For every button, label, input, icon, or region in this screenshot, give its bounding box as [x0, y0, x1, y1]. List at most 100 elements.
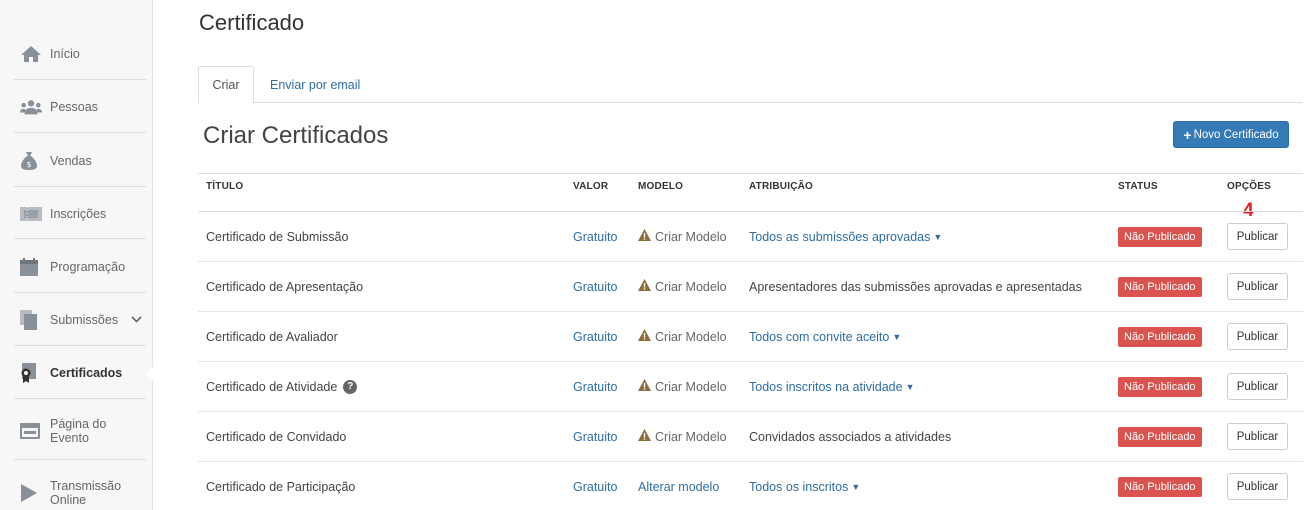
template-label: Criar Modelo: [655, 329, 727, 344]
template-label: Criar Modelo: [655, 429, 727, 444]
price-link[interactable]: Gratuito: [573, 462, 617, 510]
new-certificate-label: Novo Certificado: [1193, 128, 1279, 141]
column-header-atribuicao: ATRIBUIÇÃO: [749, 181, 814, 192]
sidebar-item-label: Submissões: [50, 313, 119, 327]
template-label: Criar Modelo: [655, 379, 727, 394]
status-badge: Não Publicado: [1118, 376, 1202, 397]
edit-template-link[interactable]: Alterar modelo: [638, 462, 719, 510]
attribution-label: Todos inscritos na atividade: [749, 379, 903, 394]
status-badge: Não Publicado: [1118, 476, 1202, 497]
create-template-link[interactable]: Criar Modelo: [638, 412, 727, 461]
sidebar-item-transmissao-online[interactable]: Transmissão Online: [14, 478, 146, 508]
column-header-opcoes: OPÇÕES: [1227, 181, 1271, 192]
divider: [14, 238, 146, 239]
ticket-icon: [14, 207, 42, 221]
warning-icon: [638, 279, 651, 294]
certificate-title: Certificado de Submissão: [206, 229, 349, 244]
attribution-text: Convidados associados a atividades: [749, 429, 952, 444]
tab-bar: Criar Enviar por email: [198, 66, 1302, 104]
attribution-text: Apresentadores das submissões aprovadas …: [749, 279, 1082, 294]
people-icon: [14, 99, 42, 115]
template-label: Criar Modelo: [655, 279, 727, 294]
sidebar-item-label: Transmissão Online: [50, 479, 122, 507]
price-link[interactable]: Gratuito: [573, 312, 617, 361]
help-icon[interactable]: ?: [343, 379, 358, 394]
divider: [14, 398, 146, 399]
divider: [14, 459, 146, 460]
attribution-label: Todos com convite aceito: [749, 329, 890, 344]
divider: [14, 132, 146, 133]
active-indicator: [146, 366, 154, 382]
sidebar-item-label: Pessoas: [50, 100, 98, 114]
publish-button[interactable]: Publicar: [1227, 423, 1288, 450]
calendar-icon: [14, 258, 42, 276]
sidebar-item-vendas[interactable]: $ Vendas: [14, 151, 146, 171]
create-template-link[interactable]: Criar Modelo: [638, 212, 727, 261]
attribution-dropdown[interactable]: Todos os inscritos ▼: [749, 462, 860, 510]
table-row: Certificado de Submissão Gratuito Criar …: [198, 212, 1303, 262]
column-header-status: STATUS: [1118, 181, 1158, 192]
divider: [14, 186, 146, 187]
status-badge: Não Publicado: [1118, 326, 1202, 347]
table-row: Certificado de Convidado Gratuito Criar …: [198, 412, 1303, 462]
money-bag-icon: $: [14, 151, 42, 171]
sidebar-item-label: Vendas: [50, 154, 92, 168]
sidebar-item-programacao[interactable]: Programação: [14, 257, 146, 277]
column-header-titulo: TÍTULO: [206, 181, 244, 192]
certificate-icon: [14, 363, 42, 383]
attribution-dropdown[interactable]: Todos inscritos na atividade ▼: [749, 362, 914, 411]
sidebar-item-pagina-do-evento[interactable]: Página do Evento: [14, 416, 146, 446]
sidebar-item-label: Certificados: [50, 366, 123, 380]
status-badge: Não Publicado: [1118, 276, 1202, 297]
price-link[interactable]: Gratuito: [573, 362, 617, 411]
sidebar-item-certificados[interactable]: Certificados: [14, 363, 146, 383]
publish-button[interactable]: Publicar: [1227, 373, 1288, 400]
create-template-link[interactable]: Criar Modelo: [638, 312, 727, 361]
warning-icon: [638, 229, 651, 244]
certificate-title-cell: Certificado de Atividade ?: [206, 362, 358, 411]
tab-enviar-por-email[interactable]: Enviar por email: [270, 66, 360, 103]
warning-icon: [638, 429, 651, 444]
svg-text:$: $: [26, 160, 31, 169]
attribution-label: Todos os inscritos: [749, 479, 849, 494]
caret-down-icon: ▼: [933, 231, 943, 242]
certificate-title: Certificado de Atividade: [206, 379, 338, 394]
price-link[interactable]: Gratuito: [573, 262, 617, 311]
chevron-down-icon[interactable]: [131, 314, 142, 326]
attribution-dropdown[interactable]: Todos as submissões aprovadas ▼: [749, 212, 942, 261]
tab-criar[interactable]: Criar: [198, 66, 254, 104]
sidebar-item-pessoas[interactable]: Pessoas: [14, 97, 146, 117]
column-header-modelo: MODELO: [638, 181, 684, 192]
table-header: TÍTULO VALOR MODELO ATRIBUIÇÃO STATUS OP…: [198, 173, 1303, 212]
caret-down-icon: ▼: [905, 381, 915, 392]
create-template-link[interactable]: Criar Modelo: [638, 262, 727, 311]
divider: [14, 292, 146, 293]
warning-icon: [638, 379, 651, 394]
publish-button[interactable]: Publicar: [1227, 223, 1288, 250]
sidebar-item-inicio[interactable]: Início: [14, 44, 146, 64]
sidebar: Início Pessoas $ Vendas Inscrições Progr…: [0, 0, 154, 510]
new-certificate-button[interactable]: + Novo Certificado: [1173, 121, 1289, 148]
publish-button[interactable]: Publicar: [1227, 323, 1288, 350]
sidebar-item-label: Início: [50, 47, 80, 61]
caret-down-icon: ▼: [892, 331, 902, 342]
publish-button[interactable]: Publicar: [1227, 273, 1288, 300]
status-badge: Não Publicado: [1118, 426, 1202, 447]
status-badge: Não Publicado: [1118, 226, 1202, 247]
sidebar-item-submissoes[interactable]: Submissões: [14, 310, 146, 330]
create-template-link[interactable]: Criar Modelo: [638, 362, 727, 411]
section-title: Criar Certificados: [203, 122, 389, 149]
price-link[interactable]: Gratuito: [573, 412, 617, 461]
sidebar-item-label: Programação: [50, 260, 126, 274]
attribution-dropdown[interactable]: Todos com convite aceito ▼: [749, 312, 901, 361]
sidebar-item-inscricoes[interactable]: Inscrições: [14, 204, 146, 224]
publish-button[interactable]: Publicar: [1227, 473, 1288, 500]
price-link[interactable]: Gratuito: [573, 212, 617, 261]
plus-icon: +: [1183, 126, 1192, 143]
sidebar-item-label: Inscrições: [50, 207, 107, 221]
divider: [14, 79, 146, 80]
column-header-valor: VALOR: [573, 181, 609, 192]
certificate-title: Certificado de Participação: [206, 479, 356, 494]
warning-icon: [638, 329, 651, 344]
page-title: Certificado: [199, 10, 305, 35]
